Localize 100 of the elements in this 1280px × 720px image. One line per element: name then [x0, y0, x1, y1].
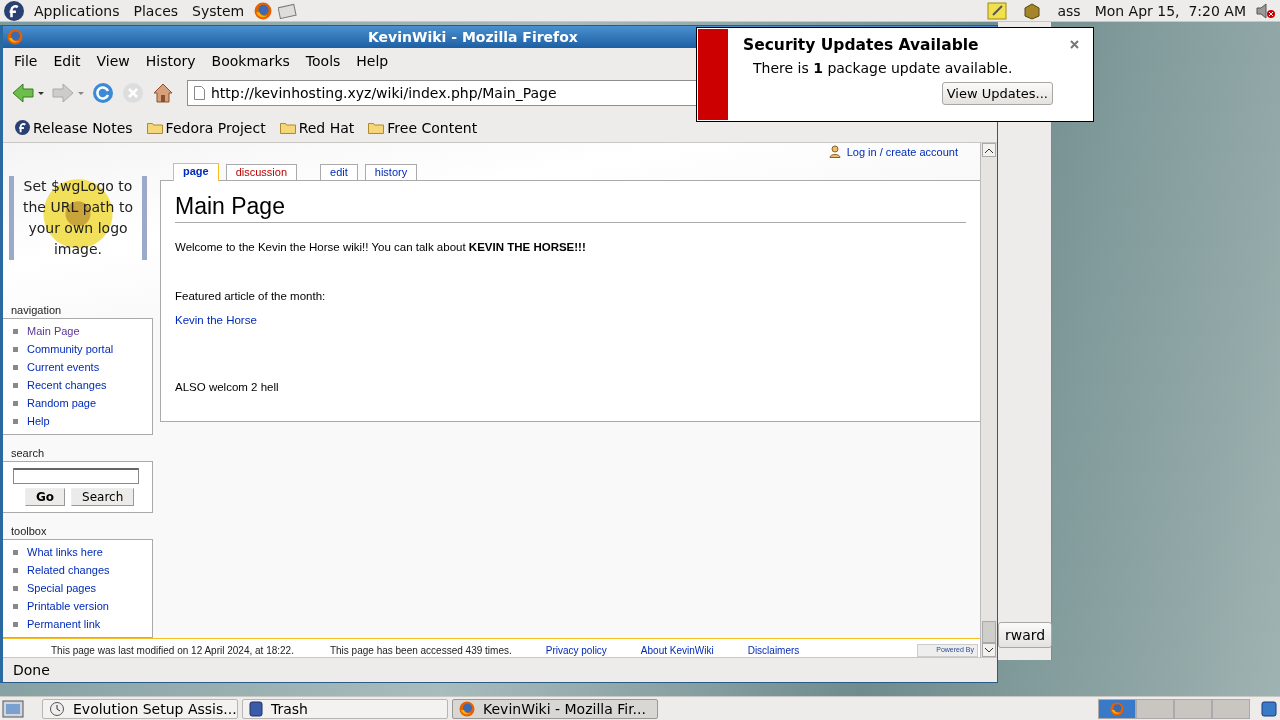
close-icon[interactable] [1070, 40, 1079, 49]
trash-icon [249, 700, 263, 717]
menu-item[interactable]: Tools [298, 50, 348, 71]
workspace-cell[interactable] [1212, 698, 1250, 719]
bullet-icon [13, 549, 18, 555]
trash-icon[interactable] [1260, 699, 1278, 718]
paragraph: Featured article of the month: [175, 290, 327, 302]
folder-icon [368, 121, 385, 134]
bookmark[interactable]: Fedora Project [165, 119, 266, 136]
page-icon [194, 86, 205, 100]
menu-item[interactable]: File [7, 50, 45, 71]
bullet-icon [13, 603, 18, 609]
reload-icon[interactable] [91, 81, 115, 105]
portlet-heading: search [11, 447, 46, 459]
menu-item[interactable]: History [138, 50, 203, 71]
back-icon[interactable] [11, 81, 45, 105]
user-icon [828, 145, 841, 158]
notification-message: There is 1 package update available. [753, 60, 1014, 76]
page-heading: Main Page [175, 193, 966, 223]
firefox-icon [7, 29, 23, 45]
menu-item[interactable]: Edit [46, 50, 88, 71]
sidebar-link[interactable]: Random page [27, 397, 97, 409]
paragraph: ALSO welcom 2 hell [175, 381, 280, 393]
bookmark[interactable]: Red Hat [298, 119, 355, 136]
status-text: Done [13, 662, 50, 678]
sidebar-link[interactable]: Main Page [27, 325, 80, 337]
scroll-up-icon[interactable] [985, 147, 993, 153]
panel-menu[interactable]: Applications [30, 2, 124, 19]
scroll-down-icon[interactable] [985, 647, 993, 653]
bullet-icon [13, 621, 18, 627]
search-button[interactable]: Search [71, 488, 135, 506]
footer-link[interactable]: Disclaimers [747, 645, 800, 656]
mail-icon[interactable] [278, 2, 299, 19]
panel-menu[interactable]: System [188, 2, 249, 19]
panel-menu[interactable]: Places [129, 2, 183, 19]
sidebar-link[interactable]: Special pages [27, 582, 97, 594]
footer-text: This page has been accessed 439 times. [329, 645, 512, 656]
workspace-cell[interactable] [1136, 698, 1174, 719]
sidebar-link[interactable]: Help [27, 415, 50, 427]
firefox-icon [1110, 701, 1124, 716]
sidebar-link[interactable]: Current events [27, 361, 100, 373]
footer-link[interactable]: Privacy policy [545, 645, 607, 656]
view-updates-button[interactable]: View Updates... [941, 82, 1053, 105]
bookmark[interactable]: Free Content [387, 119, 478, 136]
page-tab[interactable]: history [364, 164, 418, 180]
scroll-thumb[interactable] [982, 621, 996, 643]
scrollbar[interactable] [980, 143, 997, 657]
window-title: KevinWiki - Mozilla Firefox [368, 29, 578, 45]
url-text: http://kevinhosting.xyz/wiki/index.php/Main_Page [211, 85, 557, 101]
workspace-cell[interactable] [1098, 698, 1136, 719]
page-tab[interactable]: page [173, 163, 219, 181]
bullet-icon [13, 364, 18, 370]
notification-title: Security Updates Available [743, 36, 979, 54]
menu-item[interactable]: Help [349, 50, 396, 71]
taskbar-button[interactable]: Evolution Setup Assis... [42, 698, 238, 719]
search-field[interactable] [13, 468, 139, 484]
sidebar-link[interactable]: Related changes [27, 564, 110, 576]
taskbar-button[interactable]: KevinWiki - Mozilla Fir... [452, 698, 658, 719]
search-button[interactable]: Go [25, 488, 66, 506]
clock-icon [49, 700, 65, 717]
fedora-logo-icon [15, 120, 30, 135]
bullet-icon [13, 585, 18, 591]
workspace-cell[interactable] [1174, 698, 1212, 719]
page-tab[interactable]: discussion [225, 164, 298, 180]
footer-text: This page was last modified on 12 April 2024, at 18:22. [51, 645, 294, 656]
folder-icon [146, 121, 163, 134]
fedora-logo-icon [4, 0, 24, 21]
taskbar-button[interactable]: Trash [242, 698, 448, 719]
firefox-icon [459, 700, 475, 717]
portlet-heading: navigation [11, 304, 63, 316]
sidebar-link[interactable]: Community portal [27, 343, 114, 355]
sidebar-link[interactable]: Permanent link [27, 618, 101, 630]
bullet-icon [13, 382, 18, 388]
user-name: ass [1056, 2, 1082, 19]
menu-item[interactable]: View [89, 50, 137, 71]
footer-link[interactable]: About KevinWiki [640, 645, 714, 656]
bookmark[interactable]: Release Notes [33, 119, 133, 136]
note-icon[interactable] [987, 1, 1008, 20]
show-desktop-icon[interactable] [2, 698, 24, 719]
folder-icon [279, 121, 296, 134]
bullet-icon [13, 418, 18, 424]
article-link[interactable]: Kevin the Horse [175, 314, 257, 326]
volume-muted-icon[interactable] [1256, 2, 1276, 19]
clock[interactable]: Mon Apr 15, 7:20 AM [1090, 2, 1250, 19]
home-icon[interactable] [151, 81, 175, 105]
menu-item[interactable]: Bookmarks [204, 50, 297, 71]
forward-button[interactable]: rward [998, 622, 1053, 648]
login-link[interactable]: Log in / create account [846, 145, 958, 158]
sidebar-link[interactable]: What links here [27, 546, 103, 558]
bullet-icon [13, 328, 18, 334]
paragraph: Welcome to the Kevin the Horse wiki!! You can talk about KEVIN THE HORSE!!! [175, 241, 587, 253]
portlet-heading: toolbox [11, 525, 48, 537]
sidebar-link[interactable]: Recent changes [27, 379, 107, 391]
bullet-icon [13, 400, 18, 406]
firefox-icon[interactable] [254, 1, 273, 20]
bullet-icon [13, 346, 18, 352]
sidebar-link[interactable]: Printable version [27, 600, 109, 612]
bullet-icon [13, 567, 18, 573]
package-icon[interactable] [1023, 1, 1042, 20]
page-tab[interactable]: edit [320, 164, 358, 180]
